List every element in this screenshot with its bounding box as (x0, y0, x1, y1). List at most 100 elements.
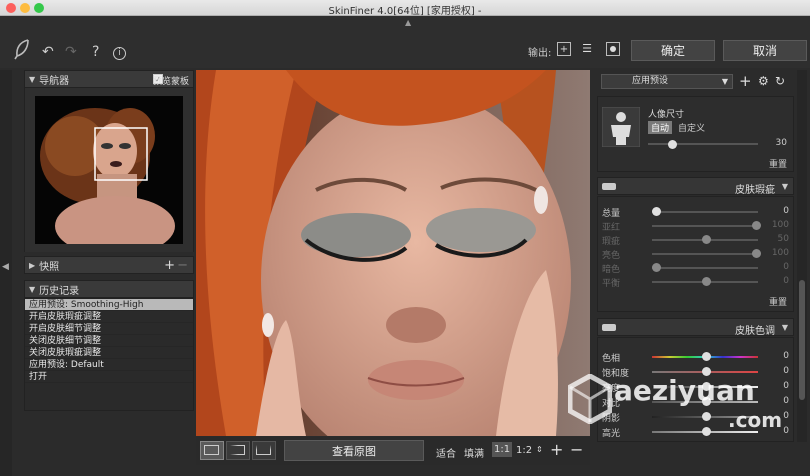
split-horizontal-view-button[interactable] (252, 441, 276, 460)
navigator-header[interactable]: ▼ 导航器 ✓ 预览蒙板 (24, 70, 194, 88)
slider-value: 100 (771, 220, 789, 230)
zoom-stepper-icon[interactable]: ⇕ (536, 445, 543, 454)
portrait-slider-knob[interactable] (668, 140, 678, 149)
watermark: aeziyuan .com (568, 370, 798, 440)
single-view-button[interactable] (200, 441, 224, 460)
slider-label: 亚红 (602, 223, 621, 233)
title-bar: SkinFiner 4.0[64位] [家用授权] - (0, 0, 810, 17)
history-item[interactable]: 开启皮肤细节调整 (25, 323, 193, 335)
person-icon (602, 107, 640, 147)
history-item[interactable]: 关闭皮肤细节调整 (25, 335, 193, 347)
add-snapshot-icon[interactable]: + (164, 258, 175, 273)
slider-knob[interactable] (752, 221, 761, 230)
collapse-toolbar-icon[interactable]: ▲ (405, 18, 411, 27)
skin-tone-toggle[interactable] (602, 324, 616, 331)
collapse-left-icon[interactable]: ◀ (2, 262, 9, 272)
slider-track[interactable] (652, 253, 758, 255)
fill-zoom-button[interactable]: 填满 (464, 445, 484, 460)
redo-icon[interactable]: ↷ (65, 44, 77, 60)
history-item[interactable]: 开启皮肤瑕疵调整 (25, 311, 193, 323)
preset-dropdown[interactable]: 应用预设 ▼ (601, 74, 733, 89)
slider-row[interactable]: 总量 0 (598, 205, 795, 219)
slider-track[interactable] (652, 267, 758, 269)
zoom-out-button[interactable]: − (570, 440, 583, 459)
remove-snapshot-icon[interactable]: − (177, 258, 188, 273)
slider-knob[interactable] (702, 352, 711, 361)
slider-label: 色相 (602, 354, 621, 364)
slider-track[interactable] (652, 211, 758, 213)
output-mask-icon[interactable] (606, 42, 620, 56)
zoom-in-button[interactable]: + (550, 440, 563, 459)
slider-knob[interactable] (702, 277, 711, 286)
slider-knob[interactable] (752, 249, 761, 258)
slider-row[interactable]: 色相 0 (598, 350, 795, 364)
slider-row[interactable]: 平衡 0 (598, 275, 795, 289)
bottom-toolbar: 查看原图 适合 填满 1:1 1:2 ⇕ + − (196, 437, 590, 465)
split-vertical-view-button[interactable] (226, 441, 250, 460)
slider-row[interactable]: 暗色 0 (598, 261, 795, 275)
portrait-slider-track (648, 143, 758, 145)
snapshots-title: 快照 (39, 261, 60, 273)
fit-zoom-button[interactable]: 适合 (436, 445, 456, 460)
portrait-reset-button[interactable]: 重置 (769, 157, 787, 170)
auto-button[interactable]: 自动 (648, 121, 673, 134)
slider-knob[interactable] (702, 235, 711, 244)
slider-value: 0 (783, 206, 789, 216)
skin-blemish-panel: 总量 0 亚红 100 瑕疵 50 亮色 100 暗色 0 平衡 0 重置 (597, 196, 794, 312)
zoom-1-1-button[interactable]: 1:1 (492, 442, 513, 457)
expand-triangle-icon: ▼ (29, 74, 36, 84)
history-item[interactable]: 关闭皮肤瑕疵调整 (25, 347, 193, 359)
main-toolbar: ▲ ↶ ↷ ? i 输出: + ☰ 确定 取消 (0, 16, 810, 68)
cancel-button[interactable]: 取消 (723, 40, 807, 61)
preset-dropdown-value: 应用预设 (632, 76, 669, 86)
view-original-button[interactable]: 查看原图 (284, 440, 424, 461)
slider-value: 0 (783, 276, 789, 286)
scrollbar-thumb[interactable] (799, 280, 805, 400)
help-icon[interactable]: ? (92, 44, 99, 60)
undo-icon[interactable]: ↶ (42, 44, 54, 60)
output-adjust-icon[interactable]: ☰ (580, 42, 594, 56)
navigator-thumbnail[interactable] (35, 96, 183, 244)
history-header[interactable]: ▼ 历史记录 (24, 280, 194, 298)
history-item[interactable]: 应用预设: Smoothing-High (25, 299, 193, 311)
custom-button[interactable]: 自定义 (678, 121, 705, 134)
slider-value: 0 (783, 262, 789, 272)
slider-knob[interactable] (652, 207, 661, 216)
info-icon[interactable]: i (113, 47, 126, 60)
navigator-title: 导航器 (39, 75, 70, 87)
snapshots-header[interactable]: ▶ 快照 + − (24, 256, 194, 274)
watermark-domain: .com (728, 408, 783, 432)
slider-track[interactable] (652, 225, 758, 227)
photo-canvas[interactable] (196, 70, 590, 436)
zoom-1-2-button[interactable]: 1:2 (516, 445, 532, 456)
expand-triangle-icon: ▼ (29, 284, 36, 294)
left-panel: ▼ 导航器 ✓ 预览蒙板 ▶ 快照 + − ▼ 历史记录 应用预设: Smoot… (24, 70, 194, 412)
slider-row[interactable]: 亚红 100 (598, 219, 795, 233)
skin-tone-title: 皮肤色调 (735, 326, 775, 337)
portrait-value: 30 (775, 138, 787, 148)
output-new-layer-icon[interactable]: + (557, 42, 571, 56)
slider-knob[interactable] (652, 263, 661, 272)
slider-value: 0 (783, 351, 789, 361)
skin-tone-header[interactable]: 皮肤色调 ▼ (597, 318, 794, 337)
collapse-triangle-icon: ▶ (29, 260, 36, 270)
history-title: 历史记录 (39, 285, 80, 297)
reset-button[interactable]: 重置 (769, 295, 787, 308)
blemish-toggle[interactable] (602, 183, 616, 190)
history-item[interactable]: 应用预设: Default (25, 359, 193, 371)
history-item[interactable]: 打开 (25, 371, 193, 383)
skin-blemish-header[interactable]: 皮肤瑕疵 ▼ (597, 177, 794, 196)
portrait-slider[interactable] (648, 140, 758, 149)
add-preset-icon[interactable]: + (739, 72, 752, 90)
preview-mask-label: 预览蒙板 (152, 77, 189, 87)
slider-row[interactable]: 瑕疵 50 (598, 233, 795, 247)
slider-row[interactable]: 亮色 100 (598, 247, 795, 261)
left-panel-toggle[interactable]: ◀ (0, 70, 12, 476)
refresh-icon[interactable]: ↻ (775, 74, 785, 88)
ok-button[interactable]: 确定 (631, 40, 715, 61)
preset-settings-icon[interactable]: ⚙ (758, 74, 769, 88)
slider-value: 50 (777, 234, 789, 244)
watermark-cube-icon (568, 374, 612, 424)
right-panel-scrollbar[interactable] (797, 70, 807, 442)
slider-label: 暗色 (602, 265, 621, 275)
